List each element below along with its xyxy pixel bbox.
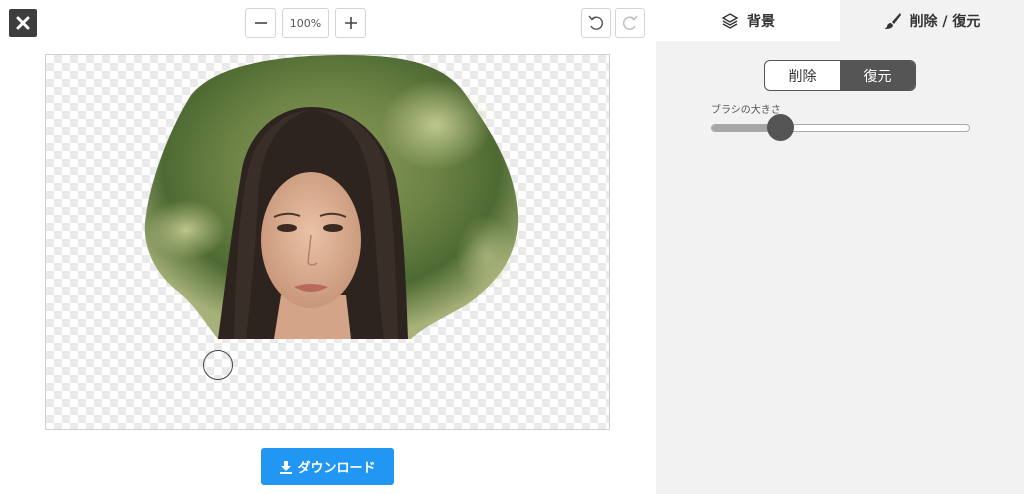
zoom-controls: 100% — [245, 8, 366, 38]
download-label: ダウンロード — [297, 461, 376, 476]
history-controls — [581, 8, 645, 38]
tab-erase-restore-label: 削除 / 復元 — [909, 13, 981, 30]
mode-restore-button[interactable]: 復元 — [840, 61, 915, 90]
brush-size-slider[interactable] — [711, 124, 970, 132]
brush-icon — [884, 12, 901, 29]
tab-background[interactable]: 背景 — [656, 0, 840, 41]
brush-size-thumb[interactable] — [767, 114, 795, 141]
close-button[interactable] — [9, 9, 37, 37]
panel-tabs: 背景 削除 / 復元 — [656, 0, 1024, 41]
close-icon — [16, 16, 30, 30]
cutout-photo — [144, 55, 519, 339]
layers-icon — [721, 12, 739, 29]
brush-cursor — [203, 350, 233, 380]
plus-icon — [344, 17, 357, 29]
mode-toggle: 削除 復元 — [764, 60, 916, 91]
zoom-out-button[interactable] — [245, 8, 276, 38]
minus-icon — [254, 22, 267, 24]
side-panel: 背景 削除 / 復元 削除 復元 ブラシの大きさ — [656, 0, 1024, 494]
redo-icon — [623, 15, 638, 30]
redo-button[interactable] — [615, 8, 645, 38]
mode-erase-button[interactable]: 削除 — [765, 61, 840, 90]
tab-erase-restore[interactable]: 削除 / 復元 — [840, 0, 1024, 41]
zoom-in-button[interactable] — [335, 8, 366, 38]
download-icon — [280, 460, 293, 474]
undo-icon — [588, 15, 603, 30]
undo-button[interactable] — [581, 8, 611, 38]
editing-canvas[interactable] — [45, 54, 610, 430]
tab-background-label: 背景 — [747, 13, 775, 30]
brush-size-label: ブラシの大きさ — [711, 105, 781, 116]
zoom-level: 100% — [282, 8, 329, 38]
download-button[interactable]: ダウンロード — [261, 448, 394, 485]
